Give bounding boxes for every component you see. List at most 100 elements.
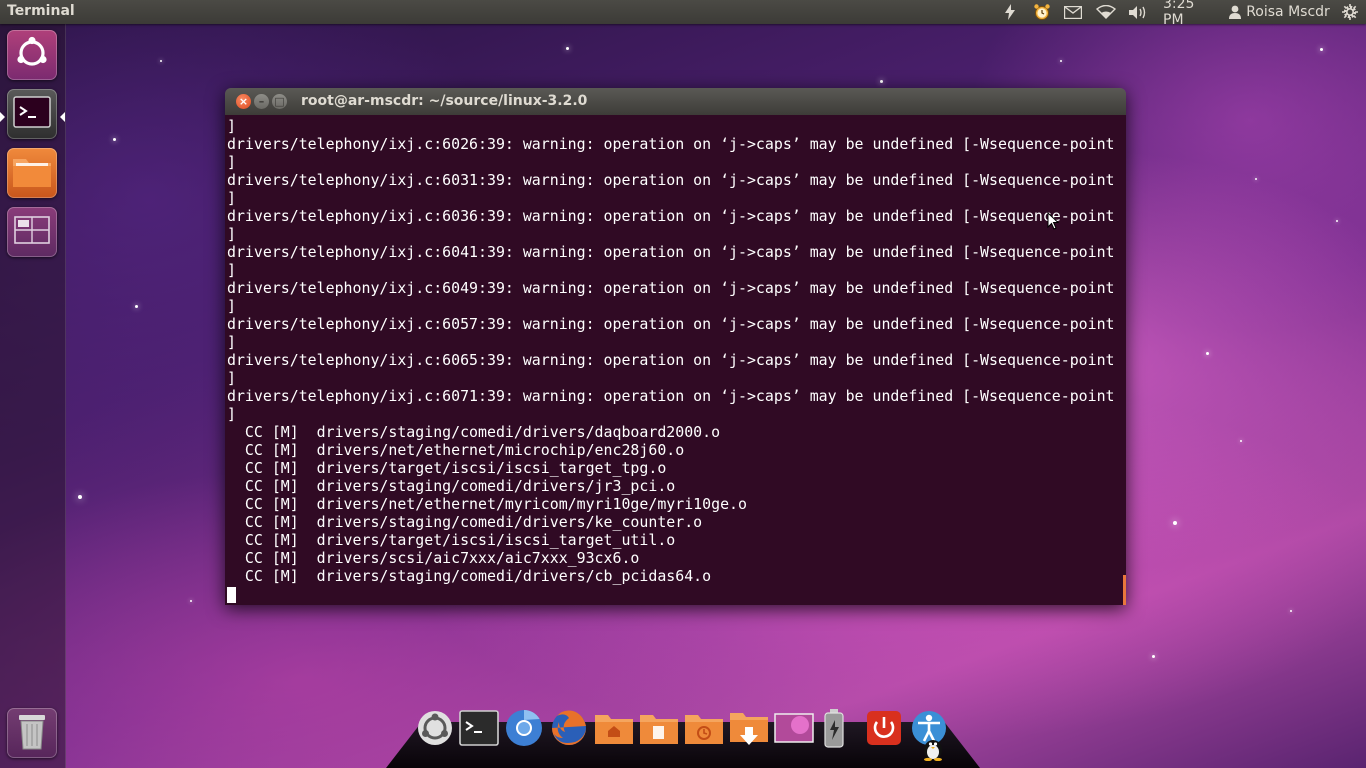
text-cursor <box>227 587 236 603</box>
launcher-trash-button[interactable] <box>7 708 57 758</box>
dock-terminal-button[interactable] <box>459 710 499 750</box>
dock-downloads-folder-button[interactable] <box>729 710 769 750</box>
window-title: root@ar-mscdr: ~/source/linux-3.2.0 <box>301 93 588 109</box>
terminal-line: drivers/telephony/ixj.c:6026:39: warning… <box>227 135 1115 153</box>
terminal-line: CC [M] drivers/scsi/aic7xxx/aic7xxx_93cx… <box>227 549 640 567</box>
top-panel: Terminal 3:25 PM Roisa Mscdr <box>0 0 1366 28</box>
battery-icon <box>822 708 850 752</box>
dock-battery-button[interactable] <box>816 708 856 752</box>
terminal-line: ] <box>227 405 236 423</box>
tux-penguin-icon <box>920 735 946 765</box>
home-folder-icon <box>594 711 634 749</box>
firefox-icon <box>549 708 589 752</box>
volume-icon[interactable] <box>1127 0 1149 24</box>
star-decoration <box>1173 521 1177 525</box>
launcher <box>0 24 66 768</box>
mail-icon[interactable] <box>1063 0 1083 24</box>
close-button[interactable]: × <box>236 94 251 109</box>
active-indicator-right <box>60 112 65 122</box>
ubuntu-dash-icon <box>417 710 453 750</box>
dock-shutdown-button[interactable] <box>864 710 904 750</box>
terminal-line: ] <box>227 369 236 387</box>
terminal-icon <box>459 710 499 750</box>
dock-ubuntu-dash-button[interactable] <box>415 710 455 750</box>
terminal-line: drivers/telephony/ixj.c:6041:39: warning… <box>227 243 1115 261</box>
documents-folder-icon <box>639 711 679 749</box>
terminal-line: CC [M] drivers/target/iscsi/iscsi_target… <box>227 459 667 477</box>
active-app-title: Terminal <box>7 3 75 19</box>
dock-chromium-button[interactable] <box>504 710 544 750</box>
terminal-line: drivers/telephony/ixj.c:6049:39: warning… <box>227 279 1115 297</box>
terminal-line: CC [M] drivers/staging/comedi/drivers/cb… <box>227 567 712 585</box>
gear-icon[interactable] <box>1340 0 1360 24</box>
trash-icon <box>17 712 47 754</box>
dock-firefox-button[interactable] <box>549 710 589 750</box>
star-decoration <box>1255 178 1257 180</box>
maximize-button[interactable]: □ <box>272 94 287 109</box>
workspace-switcher-icon <box>14 216 50 248</box>
terminal-line: ] <box>227 153 236 171</box>
terminal-line: ] <box>227 225 236 243</box>
terminal-line: CC [M] drivers/staging/comedi/drivers/da… <box>227 423 721 441</box>
terminal-icon <box>13 96 51 132</box>
downloads-folder-icon <box>729 709 769 751</box>
dock-desktop-wallpaper-button[interactable] <box>774 710 814 750</box>
history-folder-icon <box>684 711 724 749</box>
terminal-line: ] <box>227 117 236 135</box>
star-decoration <box>1060 60 1062 62</box>
terminal-line: CC [M] drivers/staging/comedi/drivers/ke… <box>227 513 703 531</box>
dash-home-button[interactable] <box>7 30 57 80</box>
star-decoration <box>160 60 162 62</box>
shutdown-icon <box>866 710 902 750</box>
files-folder-icon <box>12 154 52 192</box>
user-icon <box>1228 0 1242 24</box>
star-decoration <box>566 47 569 50</box>
launcher-terminal-button[interactable] <box>7 89 57 139</box>
terminal-line: drivers/telephony/ixj.c:6065:39: warning… <box>227 351 1115 369</box>
star-decoration <box>1336 220 1338 222</box>
star-decoration <box>1320 48 1323 51</box>
terminal-line: CC [M] drivers/net/ethernet/myricom/myri… <box>227 495 747 513</box>
terminal-line: CC [M] drivers/net/ethernet/microchip/en… <box>227 441 685 459</box>
star-decoration <box>135 305 138 308</box>
tux-penguin <box>919 736 947 764</box>
dock-documents-folder-button[interactable] <box>639 710 679 750</box>
power-icon[interactable] <box>1001 0 1019 24</box>
star-decoration <box>78 495 82 499</box>
star-decoration <box>1152 655 1155 658</box>
terminal-line: ] <box>227 261 236 279</box>
star-decoration <box>190 600 192 602</box>
terminal-line: ] <box>227 297 236 315</box>
wifi-icon[interactable] <box>1095 0 1117 24</box>
user-name[interactable]: Roisa Mscdr <box>1245 0 1331 24</box>
terminal-line: CC [M] drivers/staging/comedi/drivers/jr… <box>227 477 676 495</box>
terminal-window[interactable]: × – □ root@ar-mscdr: ~/source/linux-3.2.… <box>225 88 1126 605</box>
dock-history-folder-button[interactable] <box>684 710 724 750</box>
clock[interactable]: 3:25 PM <box>1163 0 1219 28</box>
launcher-workspace-switcher-button[interactable] <box>7 207 57 257</box>
terminal-line: ] <box>227 189 236 207</box>
terminal-line: drivers/telephony/ixj.c:6071:39: warning… <box>227 387 1115 405</box>
minimize-button[interactable]: – <box>254 94 269 109</box>
star-decoration <box>113 138 116 141</box>
terminal-line: CC [M] drivers/target/iscsi/iscsi_target… <box>227 531 676 549</box>
dock-home-folder-button[interactable] <box>594 710 634 750</box>
star-decoration <box>1206 352 1209 355</box>
terminal-output: ] drivers/telephony/ixj.c:6026:39: warni… <box>227 117 1115 585</box>
scrollbar-thumb[interactable] <box>1123 575 1126 605</box>
window-title-bar[interactable]: × – □ root@ar-mscdr: ~/source/linux-3.2.… <box>225 88 1126 115</box>
star-decoration <box>1240 440 1242 442</box>
active-indicator-left <box>0 112 5 122</box>
dock <box>386 708 980 768</box>
star-decoration <box>880 80 883 83</box>
alarm-clock-icon[interactable] <box>1032 0 1052 24</box>
launcher-files-button[interactable] <box>7 148 57 198</box>
terminal-line: drivers/telephony/ixj.c:6057:39: warning… <box>227 315 1115 333</box>
terminal-line: ] <box>227 333 236 351</box>
terminal-line: drivers/telephony/ixj.c:6031:39: warning… <box>227 171 1115 189</box>
terminal-line: drivers/telephony/ixj.c:6036:39: warning… <box>227 207 1115 225</box>
terminal-output-area[interactable]: ] drivers/telephony/ixj.c:6026:39: warni… <box>225 115 1126 605</box>
desktop-wallpaper-icon <box>774 713 814 747</box>
chromium-icon <box>505 709 543 751</box>
star-decoration <box>1290 610 1292 612</box>
